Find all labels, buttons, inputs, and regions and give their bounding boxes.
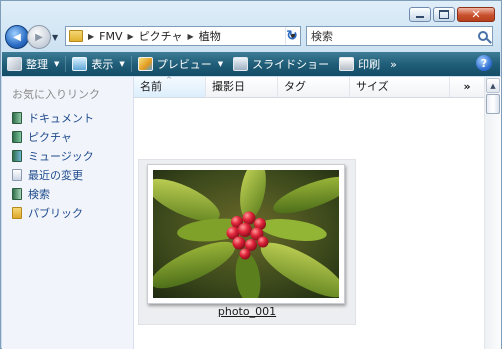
minimize-button[interactable] xyxy=(409,7,431,22)
sidebar-item-searches[interactable]: 検索 xyxy=(2,184,133,203)
column-header-label: サイズ xyxy=(356,80,389,93)
sidebar-item-label: ピクチャ xyxy=(28,130,72,144)
organize-button[interactable]: 整理 ▼ xyxy=(2,53,64,75)
breadcrumb-separator-icon[interactable]: ▶ xyxy=(188,32,194,41)
address-bar[interactable]: ▶ FMV ▶ ピクチャ ▶ 植物 ▼ xyxy=(65,26,301,46)
organize-icon xyxy=(7,57,22,71)
close-icon: ✕ xyxy=(471,8,481,21)
music-icon xyxy=(12,149,22,162)
favorite-links-heading: お気に入りリンク xyxy=(12,88,100,101)
preview-button[interactable]: プレビュー ▼ xyxy=(133,53,228,75)
breadcrumb-item[interactable]: 植物 xyxy=(199,28,221,44)
column-header-label: 撮影日 xyxy=(212,80,245,93)
forward-arrow-icon: ▶ xyxy=(35,31,43,43)
refresh-icon: ↻ xyxy=(286,28,298,44)
organize-label: 整理 xyxy=(26,58,48,71)
pictures-icon xyxy=(12,130,22,143)
navigation-pane: お気に入りリンク ドキュメント ピクチャ ミュージック 最近の変更 検索 パブリ… xyxy=(2,77,134,349)
column-header-size[interactable]: サイズ xyxy=(350,77,450,97)
help-icon: ? xyxy=(480,56,488,70)
breadcrumb-item[interactable]: ピクチャ xyxy=(139,28,183,44)
breadcrumb-item[interactable]: FMV xyxy=(99,30,122,43)
sidebar-item-documents[interactable]: ドキュメント xyxy=(2,108,133,127)
sidebar-item-recent-changes[interactable]: 最近の変更 xyxy=(2,165,133,184)
views-label: 表示 xyxy=(91,58,114,71)
vertical-scrollbar[interactable]: ▲ xyxy=(484,77,501,349)
column-header-date-taken[interactable]: 撮影日 xyxy=(206,77,278,97)
sidebar-item-label: ミュージック xyxy=(28,149,94,163)
refresh-button[interactable]: ↻ xyxy=(282,27,302,45)
recent-changes-icon xyxy=(12,168,22,181)
sidebar-item-label: ドキュメント xyxy=(28,111,94,125)
thumbnail-image xyxy=(153,170,339,298)
views-icon xyxy=(72,57,88,71)
chevron-up-icon: ▲ xyxy=(490,81,496,90)
slideshow-button[interactable]: スライドショー xyxy=(228,53,334,75)
public-folder-icon xyxy=(12,206,22,219)
thumbnail-frame[interactable] xyxy=(147,164,345,304)
window-controls: ✕ xyxy=(409,7,495,22)
red-flower-buds-photo xyxy=(153,170,339,298)
searches-icon xyxy=(12,187,22,200)
folder-icon xyxy=(69,30,83,42)
toolbar-divider xyxy=(130,56,132,72)
sidebar-item-label: パブリック xyxy=(28,206,83,220)
chevron-down-icon: ▼ xyxy=(119,60,125,68)
column-header-label: 名前 xyxy=(140,80,162,93)
chevron-down-icon: ▼ xyxy=(52,32,59,42)
print-button[interactable]: 印刷 xyxy=(334,53,385,75)
more-columns-button[interactable]: » xyxy=(450,77,484,97)
preview-icon xyxy=(137,57,153,71)
breadcrumb-separator-icon[interactable]: ▶ xyxy=(128,32,134,41)
back-arrow-icon: ◀ xyxy=(13,31,21,43)
column-header-name[interactable]: ^ 名前 xyxy=(134,76,206,97)
navigation-buttons: ◀ ▶ ▼ xyxy=(5,25,60,49)
maximize-icon xyxy=(439,10,449,19)
column-header-label: タグ xyxy=(284,80,306,93)
sidebar-item-public[interactable]: パブリック xyxy=(2,203,133,222)
print-label: 印刷 xyxy=(358,58,381,71)
search-icon[interactable] xyxy=(478,31,488,41)
slideshow-icon xyxy=(233,57,249,71)
back-button[interactable]: ◀ xyxy=(5,25,29,49)
chevron-down-icon: ▼ xyxy=(54,60,60,68)
breadcrumb-separator-icon[interactable]: ▶ xyxy=(88,32,94,41)
recent-pages-dropdown[interactable]: ▼ xyxy=(52,33,60,42)
printer-icon xyxy=(339,57,355,71)
toolbar-divider xyxy=(65,56,67,72)
column-header-tags[interactable]: タグ xyxy=(278,77,350,97)
minimize-icon xyxy=(416,16,424,18)
forward-button[interactable]: ▶ xyxy=(27,25,51,49)
favorite-links-list: ドキュメント ピクチャ ミュージック 最近の変更 検索 パブリック xyxy=(2,108,133,222)
help-button[interactable]: ? xyxy=(476,55,492,71)
scroll-up-button[interactable]: ▲ xyxy=(486,78,500,93)
documents-icon xyxy=(12,111,22,124)
search-box[interactable]: 検索 xyxy=(306,26,493,46)
sidebar-item-pictures[interactable]: ピクチャ xyxy=(2,127,133,146)
close-button[interactable]: ✕ xyxy=(457,7,495,22)
explorer-window: ✕ ◀ ▶ ▼ ▶ FMV ▶ ピクチャ ▶ 植物 ▼ ↻ 検索 整理 ▼ 表示… xyxy=(0,0,502,349)
file-tile[interactable]: photo_001 xyxy=(138,159,356,325)
sort-ascending-icon: ^ xyxy=(166,76,172,84)
toolbar-overflow-button[interactable]: » xyxy=(385,53,402,75)
sidebar-item-label: 検索 xyxy=(28,187,50,201)
slideshow-label: スライドショー xyxy=(252,58,330,71)
search-input[interactable]: 検索 xyxy=(311,28,333,44)
scrollbar-thumb[interactable] xyxy=(486,94,500,114)
column-header-bar: ^ 名前 撮影日 タグ サイズ » xyxy=(134,76,484,98)
sidebar-item-music[interactable]: ミュージック xyxy=(2,146,133,165)
sidebar-item-label: 最近の変更 xyxy=(28,168,83,182)
views-button[interactable]: 表示 ▼ xyxy=(67,53,129,75)
command-bar: 整理 ▼ 表示 ▼ プレビュー ▼ スライドショー 印刷 » ? xyxy=(2,52,500,76)
file-name-label[interactable]: photo_001 xyxy=(139,305,355,318)
overflow-chevron-icon: » xyxy=(390,57,397,71)
maximize-button[interactable] xyxy=(433,7,455,22)
file-list-pane: ^ 名前 撮影日 タグ サイズ » photo_001 xyxy=(134,76,484,349)
chevron-down-icon: ▼ xyxy=(217,60,224,68)
overflow-chevron-icon: » xyxy=(463,80,471,93)
